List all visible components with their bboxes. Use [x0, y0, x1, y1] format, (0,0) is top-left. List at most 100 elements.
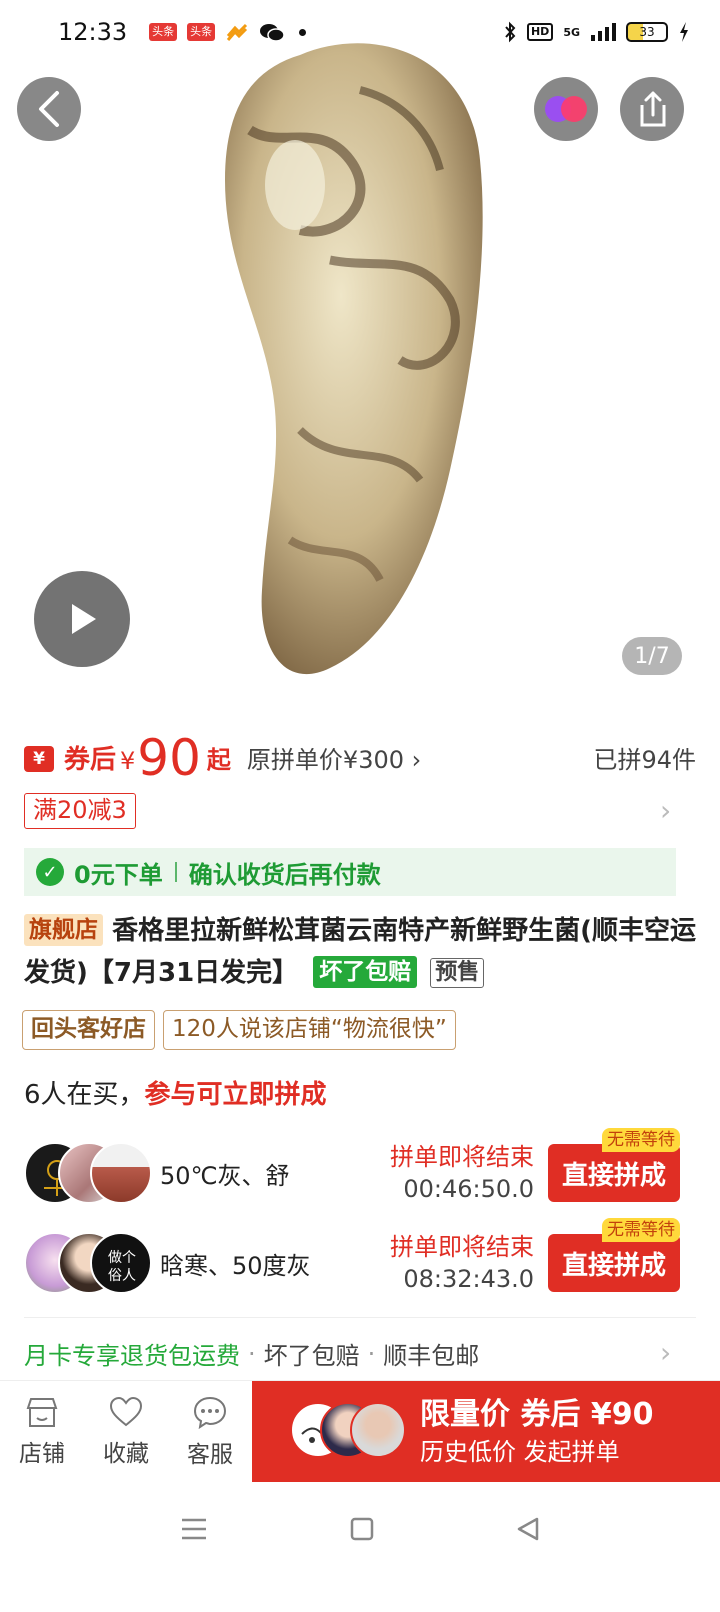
home-icon[interactable] [349, 1516, 375, 1542]
buyers-count: 6人在买， [24, 1080, 145, 1110]
cta-sub-label: 历史低价 发起拼单 [420, 1438, 620, 1466]
service-item: 坏了包赔 [263, 1342, 360, 1370]
share-button[interactable] [620, 77, 684, 141]
gallery-page-indicator: 1/7 [622, 637, 682, 675]
divider [24, 1317, 696, 1318]
guarantee-text-primary: 0元下单 [74, 860, 163, 889]
overlap-circles-icon [545, 96, 587, 122]
service-item: 顺丰包邮 [383, 1342, 480, 1370]
favorite-button[interactable]: 收藏 [84, 1381, 168, 1482]
group-status: 拼单即将结束 [390, 1233, 534, 1261]
customer-service-button[interactable]: 客服 [168, 1381, 252, 1482]
bottom-action-bar: 店铺 收藏 客服 限量价 券后 ¥90 历史低价 发起拼单 [0, 1380, 720, 1483]
group-avatars: 做个 俗人 [24, 1232, 152, 1294]
favorite-circles-button[interactable] [534, 77, 598, 141]
group-countdown: 拼单即将结束 00:46:50.0 [390, 1141, 534, 1205]
yen-badge-icon: ¥ [24, 746, 54, 772]
service-row[interactable]: 月卡专享退货包运费 · 坏了包赔 · 顺丰包邮 [24, 1336, 479, 1371]
more-notifications-dot [299, 28, 307, 36]
group-countdown: 拼单即将结束 08:32:43.0 [390, 1231, 534, 1295]
chevron-left-icon [39, 91, 59, 127]
returning-customer-tag[interactable]: 回头客好店 [22, 1010, 155, 1050]
group-status: 拼单即将结束 [390, 1143, 534, 1171]
join-group-label: 直接拼成 [561, 1250, 666, 1281]
signal-icon [591, 23, 616, 41]
price-from-suffix: 起 [206, 746, 231, 774]
product-title: 旗舰店 香格里拉新鲜松茸菌云南特产新鲜野生菌(顺丰空运发货)【7月31日发完】 … [24, 910, 696, 994]
product-image-gallery[interactable]: 1/7 [0, 0, 720, 700]
separator-dot: · [367, 1339, 376, 1368]
avatar [90, 1142, 152, 1204]
join-group-button[interactable]: 直接拼成 无需等待 [548, 1128, 680, 1202]
join-instantly-text: 参与可立即拼成 [144, 1080, 327, 1110]
favorite-label: 收藏 [103, 1440, 149, 1467]
group-avatars [24, 1142, 152, 1204]
join-group-button[interactable]: 直接拼成 无需等待 [548, 1218, 680, 1292]
toutiao-app-icon: 头条 [149, 23, 178, 41]
hd-icon: HD [526, 23, 554, 41]
group-buy-row: 做个俗人 晗寒、50度灰 拼单即将结束 08:32:43.0 直接拼成 无需等待 [24, 1218, 680, 1298]
status-app-icons: 头条 头条 [149, 21, 307, 43]
sold-count: 已拼94件 [593, 746, 696, 774]
share-icon [640, 91, 666, 127]
status-time: 12:33 [58, 18, 128, 46]
countdown-timer: 00:46:50.0 [403, 1175, 534, 1203]
app-notification-icon [227, 23, 248, 41]
coupon-price-label: 券后 [64, 745, 117, 775]
wechat-icon [260, 24, 285, 42]
pay-after-delivery-banner[interactable]: ✓ 0元下单 确认收货后再付款 [24, 848, 676, 896]
store-button[interactable]: 店铺 [0, 1381, 84, 1482]
store-icon [26, 1397, 58, 1427]
badge-check-icon: ✓ [36, 858, 64, 886]
presale-badge: 预售 [430, 958, 485, 988]
group-leader-name: 50℃灰、舒 [160, 1161, 290, 1190]
play-icon [72, 604, 96, 634]
group-leader-name: 晗寒、50度灰 [160, 1251, 311, 1280]
cta-main-label: 限量价 券后 ¥90 [420, 1397, 654, 1432]
toutiao-app-icon: 头条 [187, 23, 216, 41]
group-buy-row: 50℃灰、舒 拼单即将结束 00:46:50.0 直接拼成 无需等待 [24, 1128, 680, 1208]
price-row: ¥ 券后 ¥ 90 起 原拼单价¥300 › 已拼94件 [24, 724, 696, 784]
heart-icon [109, 1396, 143, 1426]
status-bar: 12:33 头条 头条 HD 5G 33 [0, 0, 720, 64]
bluetooth-icon [505, 21, 516, 43]
monthly-card-return-shipping: 月卡专享退货包运费 [24, 1342, 240, 1370]
damage-guarantee-badge: 坏了包赔 [313, 956, 418, 988]
original-price-link[interactable]: 原拼单价¥300 › [247, 740, 421, 775]
currency-symbol: ¥ [120, 747, 136, 775]
store-label: 店铺 [19, 1440, 65, 1467]
customer-service-label: 客服 [187, 1441, 233, 1468]
battery-icon: 33 [626, 22, 668, 42]
guarantee-text-secondary: 确认收货后再付款 [188, 860, 381, 889]
guarantee-divider [174, 862, 177, 882]
cta-avatars [290, 1402, 410, 1462]
cta-text: 限量价 券后 ¥90 历史低价 发起拼单 [420, 1395, 654, 1469]
status-system-icons: HD 5G 33 [503, 21, 690, 43]
price-amount: 90 [137, 729, 201, 787]
shop-tag-row: 回头客好店 120人说该店铺“物流很快” [22, 1010, 456, 1050]
play-video-button[interactable] [34, 571, 130, 667]
discount-tag[interactable]: 满20减3 [24, 793, 136, 829]
menu-icon[interactable] [179, 1516, 209, 1542]
logistics-review-tag[interactable]: 120人说该店铺“物流很快” [163, 1010, 456, 1050]
avatar [350, 1402, 406, 1458]
charging-icon [680, 22, 688, 42]
start-group-buy-button[interactable]: 限量价 券后 ¥90 历史低价 发起拼单 [252, 1381, 720, 1483]
chevron-right-icon[interactable]: › [660, 794, 671, 827]
chat-bubble-icon [193, 1396, 227, 1429]
join-group-label: 直接拼成 [561, 1160, 666, 1191]
network-type: 5G [563, 25, 580, 39]
no-wait-badge: 无需等待 [602, 1128, 680, 1152]
system-navigation-bar [0, 1482, 720, 1612]
separator-dot: · [248, 1339, 256, 1368]
back-triangle-icon[interactable] [515, 1516, 541, 1542]
flagship-store-badge: 旗舰店 [24, 914, 103, 946]
back-button[interactable] [17, 77, 81, 141]
no-wait-badge: 无需等待 [602, 1218, 680, 1242]
buying-now-text: 6人在买，参与可立即拼成 [24, 1074, 327, 1111]
svg-text:俗人: 俗人 [108, 1268, 136, 1284]
avatar: 做个 俗人 [90, 1232, 152, 1294]
chevron-right-icon[interactable]: › [660, 1336, 671, 1369]
svg-text:做个: 做个 [108, 1250, 136, 1266]
countdown-timer: 08:32:43.0 [403, 1265, 534, 1293]
